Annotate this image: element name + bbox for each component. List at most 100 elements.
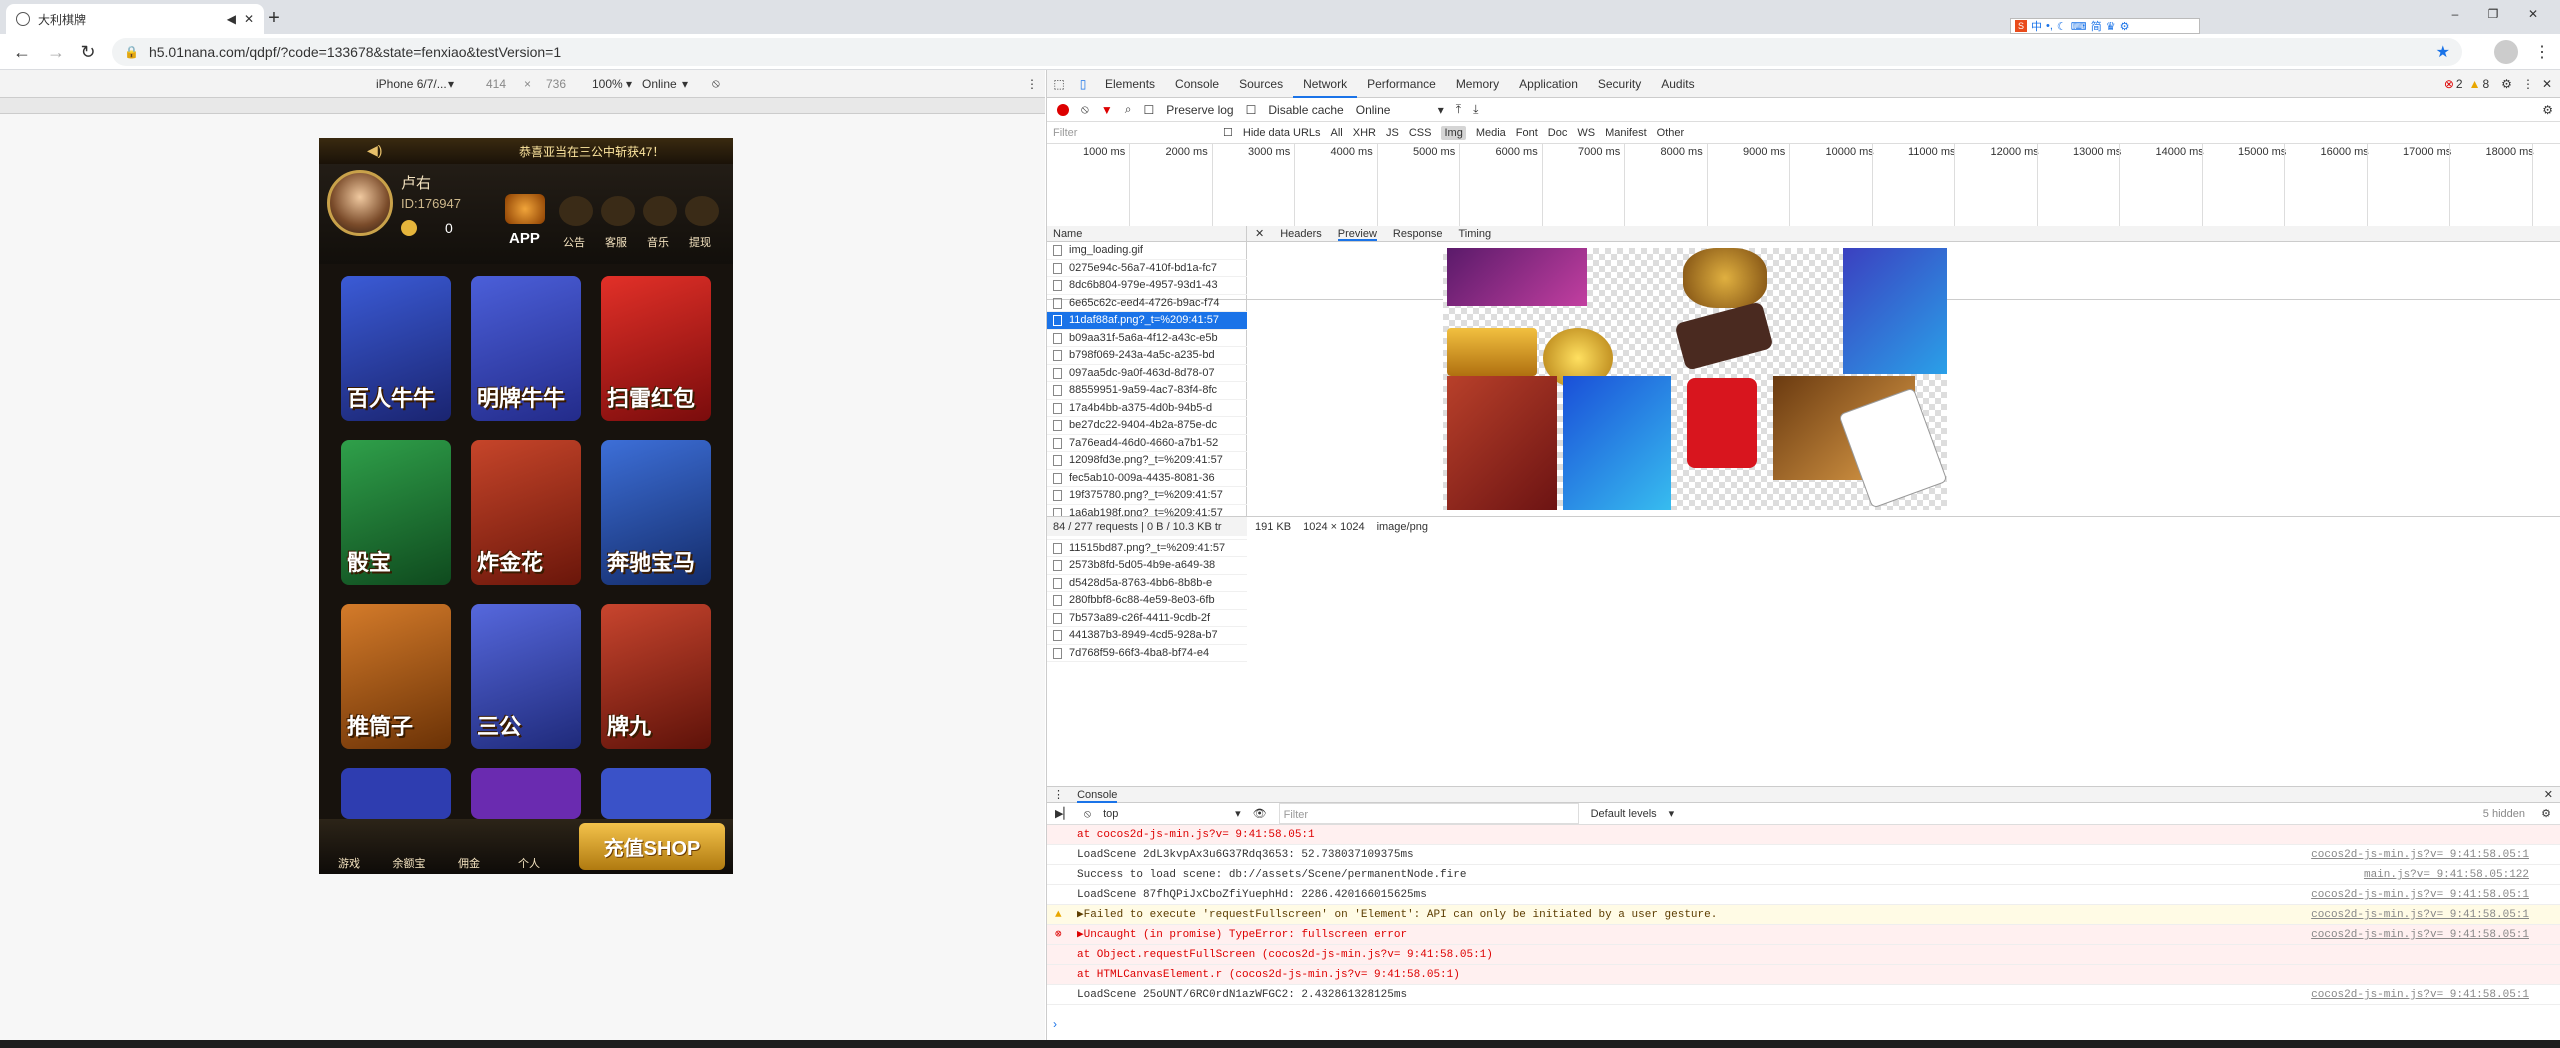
detail-close-icon[interactable]: ✕ [1255, 226, 1264, 241]
withdraw-icon[interactable] [685, 196, 719, 226]
console-clear-icon[interactable]: ⦸ [1084, 803, 1091, 824]
filter-type[interactable]: Doc [1548, 127, 1568, 139]
forward-icon[interactable]: → [46, 42, 66, 62]
console-source-link[interactable]: cocos2d-js-min.js?v= 9:41:58.05:1 [2311, 985, 2529, 1004]
devtools-close-icon[interactable]: ✕ [2542, 77, 2552, 91]
bookmark-star-icon[interactable]: ★ [2436, 42, 2450, 62]
game-tile-paijiu[interactable]: 牌九 [601, 604, 711, 749]
request-row[interactable]: 19f375780.png?_t=%209:41:57 [1047, 487, 1247, 505]
request-row[interactable]: 7b573a89-c26f-4411-9cdb-2f [1047, 610, 1247, 627]
tab-security[interactable]: Security [1588, 70, 1651, 98]
network-select[interactable]: Online [642, 77, 677, 91]
request-row[interactable]: b798f069-243a-4a5c-a235-bd [1047, 347, 1247, 365]
context-select[interactable]: top [1103, 803, 1223, 824]
inspect-icon[interactable]: ⬚ [1047, 77, 1071, 91]
request-row[interactable]: b09aa31f-5a6a-4f12-a43c-e5b [1047, 330, 1247, 347]
withdraw-label[interactable]: 提现 [689, 234, 711, 250]
filter-type[interactable]: Media [1476, 127, 1506, 139]
tab-timing[interactable]: Timing [1458, 226, 1491, 241]
ime-simplified-icon[interactable]: 简 [2091, 18, 2102, 34]
filter-type[interactable]: Manifest [1605, 127, 1647, 139]
tab-elements[interactable]: Elements [1095, 70, 1165, 98]
tab-response[interactable]: Response [1393, 226, 1443, 241]
drawer-close-icon[interactable]: ✕ [2544, 787, 2553, 803]
request-row[interactable]: 7a76ead4-46d0-4660-a7b1-52 [1047, 435, 1247, 452]
tab-memory[interactable]: Memory [1446, 70, 1509, 98]
tab-close-icon[interactable]: ✕ [244, 12, 254, 26]
drawer-tab-console[interactable]: Console [1077, 789, 1118, 803]
devtools-more-icon[interactable]: ⋮ [2522, 77, 2534, 91]
console-source-link[interactable]: main.js?v= 9:41:58.05:122 [2364, 865, 2529, 884]
record-icon[interactable] [1057, 103, 1069, 116]
request-row[interactable]: d5428d5a-8763-4bb6-8b8b-e [1047, 575, 1247, 592]
request-row[interactable]: 6e65c62c-eed4-4726-b9ac-f74 [1047, 295, 1247, 312]
ime-shirt-icon[interactable]: ♛ [2106, 20, 2116, 33]
profile-avatar-icon[interactable] [2494, 40, 2518, 64]
request-row[interactable]: 88559951-9a59-4ac7-83f4-8fc [1047, 382, 1247, 400]
mute-icon[interactable]: ◀ [227, 12, 236, 26]
ime-keyboard-icon[interactable]: ⌨ [2071, 20, 2087, 33]
hide-data-urls-checkbox[interactable]: ☐ [1223, 126, 1233, 139]
ime-settings-icon[interactable]: ⚙ [2120, 20, 2130, 33]
tab-headers[interactable]: Headers [1280, 226, 1322, 241]
filter-type[interactable]: CSS [1409, 127, 1432, 139]
game-tile-mingpai[interactable]: 明牌牛牛 [471, 276, 581, 421]
request-row[interactable]: 0275e94c-56a7-410f-bd1a-fc7 [1047, 260, 1247, 277]
nav-profile[interactable]: 个人 [499, 819, 559, 874]
ime-punct-icon[interactable]: •, [2046, 20, 2053, 32]
console-filter-input[interactable]: Filter [1278, 803, 1579, 824]
search-icon[interactable]: ⌕ [1125, 102, 1132, 117]
clear-icon[interactable]: ⦸ [1081, 102, 1089, 117]
app-icon[interactable] [505, 194, 545, 224]
tab-network[interactable]: Network [1293, 70, 1358, 98]
game-tile-shaibao[interactable]: 骰宝 [341, 440, 451, 585]
request-row[interactable]: 441387b3-8949-4cd5-928a-b7 [1047, 627, 1247, 645]
request-row[interactable]: 2573b8fd-5d05-4b9e-a649-38 [1047, 557, 1247, 575]
filter-type[interactable]: JS [1386, 127, 1399, 139]
nav-games[interactable]: 游戏 [319, 819, 379, 874]
ime-moon-icon[interactable]: ☾ [2057, 20, 2067, 33]
tab-performance[interactable]: Performance [1357, 70, 1446, 98]
filter-input[interactable]: Filter [1053, 127, 1213, 139]
minimize-icon[interactable]: – [2440, 4, 2470, 24]
address-bar[interactable]: 🔒 h5.01nana.com/qdpf/?code=133678&state=… [112, 38, 2462, 66]
request-row[interactable]: 17a4b4bb-a375-4d0b-94b5-d [1047, 400, 1247, 417]
error-count[interactable]: 2 [2456, 77, 2463, 91]
filter-type[interactable]: XHR [1353, 127, 1376, 139]
disable-cache-checkbox[interactable]: ☐ [1246, 103, 1257, 117]
filter-type[interactable]: WS [1577, 127, 1595, 139]
game-tile-partial[interactable] [601, 768, 711, 819]
zoom-select[interactable]: 100% [592, 77, 623, 91]
devtools-settings-icon[interactable]: ⚙ [2501, 77, 2512, 91]
request-row[interactable]: be27dc22-9404-4b2a-875e-dc [1047, 417, 1247, 435]
rotate-icon[interactable]: ⦸ [712, 76, 720, 91]
filter-funnel-icon[interactable]: ▼ [1101, 103, 1113, 117]
back-icon[interactable]: ← [12, 42, 32, 62]
music-icon[interactable] [643, 196, 677, 226]
request-row[interactable]: 280fbbf8-6c88-4e59-8e03-6fb [1047, 592, 1247, 610]
tab-console[interactable]: Console [1165, 70, 1229, 98]
filter-type[interactable]: Hide data URLs [1243, 127, 1321, 139]
request-row[interactable]: 11515bd87.png?_t=%209:41:57 [1047, 540, 1247, 557]
device-toggle-icon[interactable]: ▯ [1071, 77, 1095, 91]
filter-type-selected[interactable]: Img [1441, 125, 1466, 140]
game-tile-partial[interactable] [471, 768, 581, 819]
drawer-menu-icon[interactable]: ⋮ [1053, 789, 1064, 801]
sidebar-toggle-icon[interactable]: ▶▏ [1055, 803, 1072, 824]
name-column-header[interactable]: Name [1047, 226, 1246, 242]
filter-type[interactable]: All [1331, 127, 1343, 139]
game-tile-tuitongzi[interactable]: 推筒子 [341, 604, 451, 749]
tab-application[interactable]: Application [1509, 70, 1588, 98]
device-more-icon[interactable]: ⋮ [1026, 77, 1038, 91]
device-width[interactable]: 414 [486, 77, 506, 91]
error-count-icon[interactable]: ⊗ [2444, 77, 2454, 91]
export-har-icon[interactable]: ⤓ [1473, 102, 1478, 117]
browser-tab[interactable]: 大利棋牌 ◀ ✕ [6, 4, 264, 34]
import-har-icon[interactable]: ⤒ [1456, 102, 1461, 117]
console-source-link[interactable]: cocos2d-js-min.js?v= 9:41:58.05:1 [2311, 845, 2529, 864]
shop-button[interactable]: 充值SHOP [579, 823, 725, 870]
console-source-link[interactable]: cocos2d-js-min.js?v= 9:41:58.05:1 [2311, 925, 2529, 944]
service-label[interactable]: 客服 [605, 234, 627, 250]
avatar[interactable] [327, 170, 393, 236]
game-tile-partial[interactable] [341, 768, 451, 819]
